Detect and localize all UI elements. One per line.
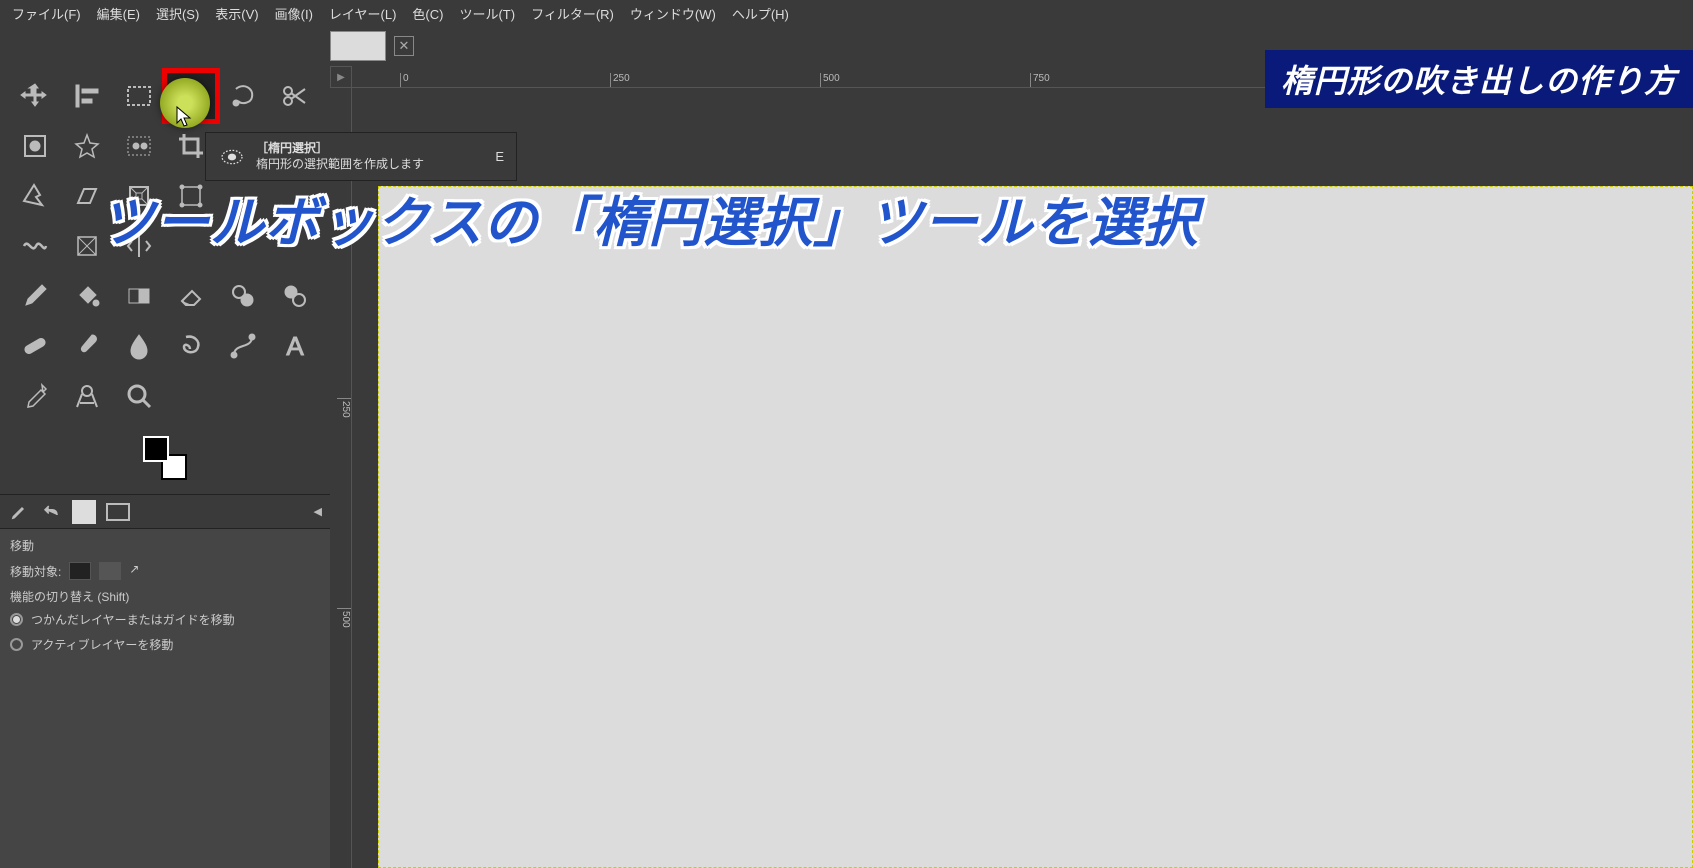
- radio-active-layer[interactable]: [10, 638, 23, 651]
- tool-options-title: 移動: [10, 537, 320, 554]
- smudge-tool[interactable]: [166, 322, 216, 370]
- current-tool-preview: [72, 500, 96, 524]
- screen-icon[interactable]: [106, 503, 130, 521]
- bandage-tool[interactable]: [10, 322, 60, 370]
- radio-pick-layer[interactable]: [10, 613, 23, 626]
- tool-options-header: ◀: [0, 494, 330, 528]
- color-swatch[interactable]: [0, 426, 330, 494]
- menu-bar: ファイル(F)編集(E)選択(S)表示(V)画像(I)レイヤー(L)色(C)ツー…: [0, 0, 1693, 26]
- tool-tooltip: ［楕円選択］ 楕円形の選択範囲を作成します E: [205, 132, 517, 181]
- menu-item[interactable]: 選択(S): [148, 0, 207, 27]
- move-target-path[interactable]: ↗: [129, 562, 151, 580]
- align-tool[interactable]: [62, 72, 112, 120]
- menu-item[interactable]: ヘルプ(H): [724, 0, 797, 27]
- by-color-select-tool[interactable]: [114, 122, 164, 170]
- eraser-tool[interactable]: [166, 272, 216, 320]
- menu-item[interactable]: レイヤー(L): [321, 0, 405, 27]
- menu-item[interactable]: 色(C): [404, 0, 451, 27]
- document-tab[interactable]: [330, 31, 386, 61]
- menu-item[interactable]: ウィンドウ(W): [622, 0, 724, 27]
- lasso-tool[interactable]: [218, 72, 268, 120]
- zoom-tool[interactable]: [114, 372, 164, 420]
- menu-item[interactable]: 画像(I): [267, 0, 321, 27]
- video-title-banner: 楕円形の吹き出しの作り方: [1265, 50, 1693, 108]
- gradient-tool[interactable]: [114, 272, 164, 320]
- ruler-corner[interactable]: ▶: [330, 66, 352, 88]
- menu-item[interactable]: フィルター(R): [523, 0, 622, 27]
- move-target-selection[interactable]: [99, 562, 121, 580]
- move-tool[interactable]: [10, 72, 60, 120]
- canvas[interactable]: [378, 186, 1693, 868]
- warp-tool[interactable]: [10, 222, 60, 270]
- path-tool[interactable]: [218, 322, 268, 370]
- click-indicator: [160, 78, 210, 128]
- transform-tool[interactable]: [10, 172, 60, 220]
- toggle-label: 機能の切り替え (Shift): [10, 588, 320, 605]
- menu-item[interactable]: 編集(E): [89, 0, 148, 27]
- measure-tool[interactable]: [62, 372, 112, 420]
- ellipse-select-icon: [218, 147, 246, 167]
- close-tab-button[interactable]: ✕: [394, 36, 414, 56]
- blur-tool[interactable]: [114, 322, 164, 370]
- heal-tool[interactable]: [270, 272, 320, 320]
- picker-tool[interactable]: [10, 372, 60, 420]
- ink-tool[interactable]: [10, 272, 60, 320]
- tooltip-desc: 楕円形の選択範囲を作成します: [256, 157, 485, 173]
- bucket-tool[interactable]: [62, 272, 112, 320]
- undo-icon[interactable]: [40, 501, 62, 523]
- menu-item[interactable]: ツール(T): [451, 0, 523, 27]
- tooltip-shortcut: E: [495, 149, 504, 164]
- fuzzy-select-tool[interactable]: [62, 122, 112, 170]
- rect-select-tool[interactable]: [114, 72, 164, 120]
- edit-icon[interactable]: [8, 501, 30, 523]
- foreground-color[interactable]: [143, 436, 169, 462]
- menu-item[interactable]: ファイル(F): [4, 0, 89, 27]
- move-target-label: 移動対象:: [10, 563, 61, 580]
- menu-item[interactable]: 表示(V): [207, 0, 266, 27]
- tool-options-panel: 移動 移動対象: ↗ 機能の切り替え (Shift) つかんだレイヤーまたはガイ…: [0, 528, 330, 868]
- svg-text:A: A: [286, 331, 304, 361]
- tooltip-title: ［楕円選択］: [256, 141, 485, 157]
- clone-tool[interactable]: [218, 272, 268, 320]
- instruction-text: ツールボックスの「楕円選択」ツールを選択: [100, 178, 1198, 257]
- text-tool[interactable]: A: [270, 322, 320, 370]
- brush-tool[interactable]: [62, 322, 112, 370]
- options-menu-icon[interactable]: ◀: [314, 505, 322, 518]
- move-target-layer[interactable]: [69, 562, 91, 580]
- scissors-tool[interactable]: [270, 72, 320, 120]
- foreground-select-tool[interactable]: [10, 122, 60, 170]
